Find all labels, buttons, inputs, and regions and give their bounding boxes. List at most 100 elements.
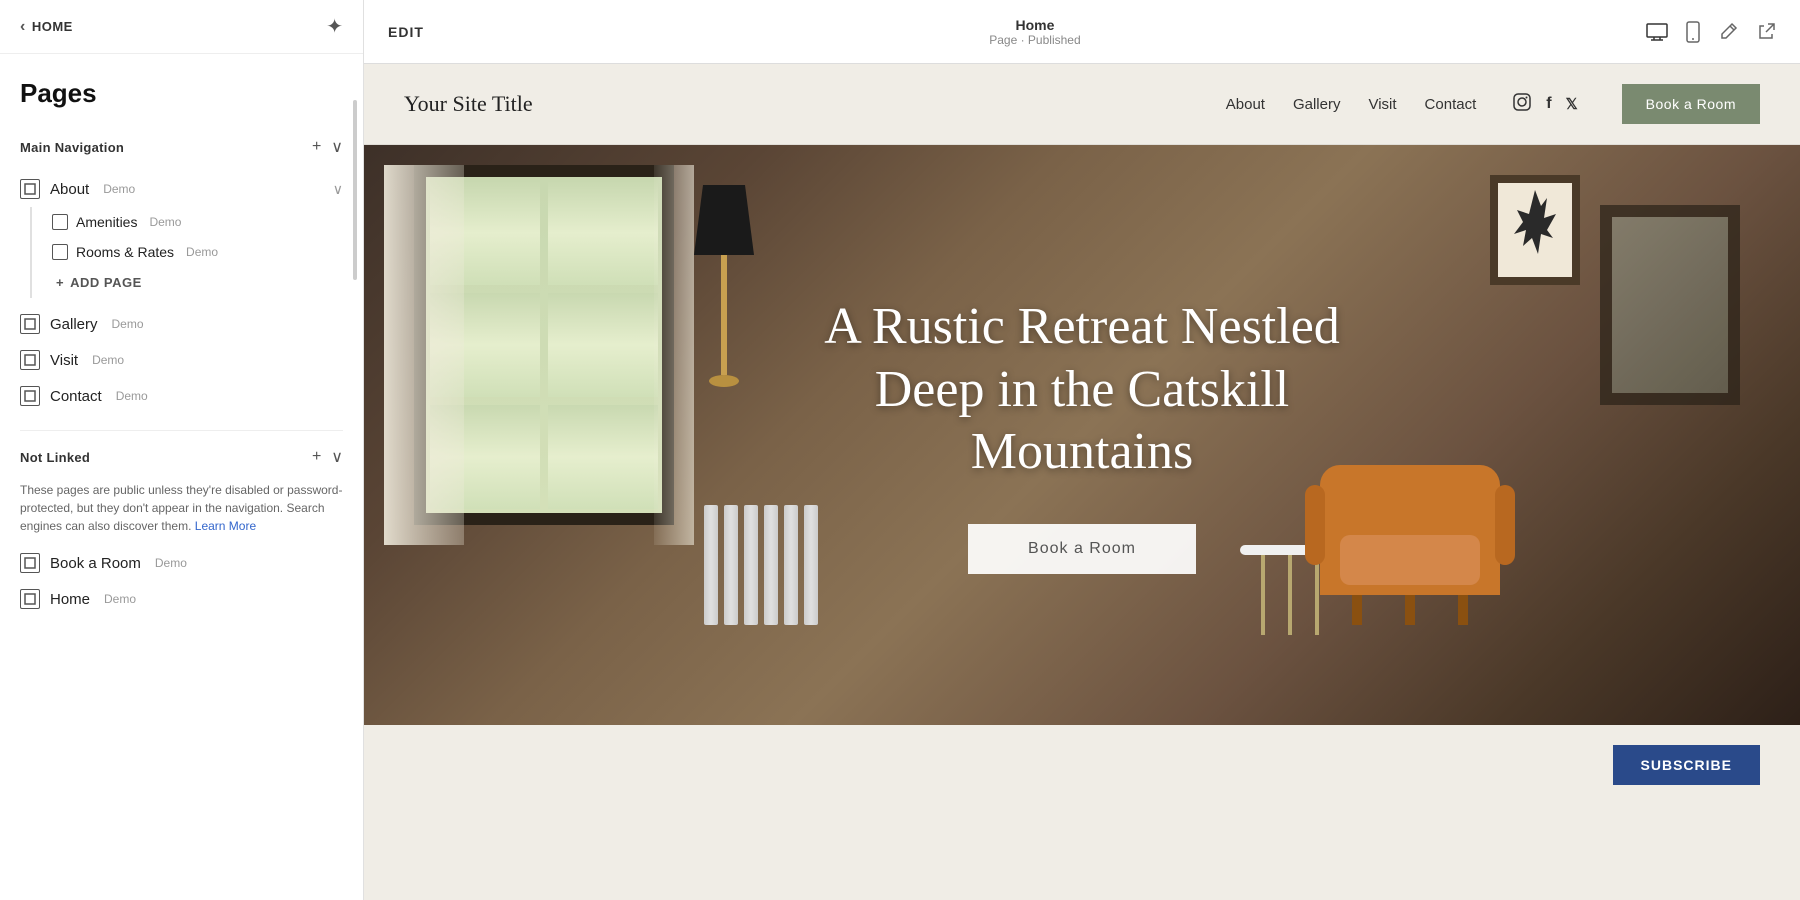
page-icon-rooms-rates [52, 244, 68, 260]
page-name-about: About [50, 181, 89, 198]
page-name-amenities: Amenities [76, 214, 137, 230]
page-item-contact[interactable]: Contact Demo [20, 378, 343, 414]
page-icon-visit [20, 350, 40, 370]
sidebar-content: Pages Main Navigation + ∨ About Demo ∨ A… [0, 54, 363, 900]
page-icon-gallery [20, 314, 40, 334]
not-linked-actions: + ∨ [312, 447, 343, 467]
page-item-about[interactable]: About Demo ∨ [20, 171, 343, 207]
page-name-gallery: Gallery [50, 316, 98, 333]
lamp-stem [721, 255, 727, 375]
facebook-icon[interactable]: f [1546, 95, 1551, 113]
subscribe-button[interactable]: SUBSCRIBE [1613, 745, 1760, 785]
footer-strip: SUBSCRIBE [364, 725, 1800, 805]
page-badge-gallery: Demo [112, 317, 144, 331]
scroll-indicator [353, 100, 357, 280]
mobile-view-icon[interactable] [1686, 21, 1700, 43]
not-linked-description: These pages are public unless they're di… [20, 481, 343, 535]
nav-about[interactable]: About [1226, 96, 1265, 113]
page-info-title: Home [444, 17, 1626, 33]
desktop-view-icon[interactable] [1646, 23, 1668, 41]
page-icon-home [20, 589, 40, 609]
divider [20, 430, 343, 431]
page-item-gallery[interactable]: Gallery Demo [20, 306, 343, 342]
page-badge-about: Demo [103, 182, 135, 196]
main-navigation-label: Main Navigation [20, 140, 124, 155]
hero-section: A Rustic Retreat Nestled Deep in the Cat… [364, 145, 1800, 725]
preview-area: EDIT Home Page · Published Your Site Tit… [364, 0, 1800, 900]
collapse-nav-icon[interactable]: ∨ [331, 137, 343, 157]
mirror [1600, 205, 1740, 405]
window-pane-2 [548, 181, 658, 285]
external-link-icon[interactable] [1756, 22, 1776, 42]
page-icon-contact [20, 386, 40, 406]
page-item-home[interactable]: Home Demo [20, 581, 343, 617]
page-badge-home: Demo [104, 592, 136, 606]
chair-leg-2 [1405, 595, 1415, 625]
add-icon: + [56, 275, 64, 290]
not-linked-header: Not Linked + ∨ [20, 447, 343, 467]
nav-visit[interactable]: Visit [1368, 96, 1396, 113]
page-item-rooms-rates[interactable]: Rooms & Rates Demo [52, 237, 343, 267]
collapse-not-linked-icon[interactable]: ∨ [331, 447, 343, 467]
page-info: Home Page · Published [444, 17, 1626, 47]
book-a-room-button[interactable]: Book a Room [1622, 84, 1760, 124]
nav-contact[interactable]: Contact [1425, 96, 1477, 113]
page-badge-contact: Demo [116, 389, 148, 403]
page-icon-book-a-room [20, 553, 40, 573]
picture-art [1505, 190, 1565, 270]
back-button[interactable]: ‹ HOME [20, 18, 73, 36]
page-badge-book-a-room: Demo [155, 556, 187, 570]
page-name-home: Home [50, 591, 90, 608]
chair-arm-right [1495, 485, 1515, 565]
section-actions: + ∨ [312, 137, 343, 157]
hero-lamp [694, 185, 754, 387]
main-navigation-header: Main Navigation + ∨ [20, 137, 343, 157]
edit-pen-icon[interactable] [1718, 22, 1738, 42]
page-name-rooms-rates: Rooms & Rates [76, 244, 174, 260]
site-logo[interactable]: Your Site Title [404, 91, 533, 117]
picture-frame [1490, 175, 1580, 285]
hero-cta-button[interactable]: Book a Room [968, 524, 1196, 574]
add-not-linked-icon[interactable]: + [312, 448, 321, 466]
page-item-book-a-room[interactable]: Book a Room Demo [20, 545, 343, 581]
hero-heading: A Rustic Retreat Nestled Deep in the Cat… [782, 296, 1382, 483]
nav-gallery[interactable]: Gallery [1293, 96, 1341, 113]
chair-leg-1 [1352, 595, 1362, 625]
radiator-fin-4 [764, 505, 778, 625]
instagram-icon[interactable] [1512, 92, 1532, 117]
edit-label: EDIT [388, 24, 424, 40]
back-label: HOME [32, 19, 73, 34]
radiator-fin-2 [724, 505, 738, 625]
add-sub-page-button[interactable]: + ADD PAGE [52, 267, 343, 298]
page-name-contact: Contact [50, 388, 102, 405]
back-arrow-icon: ‹ [20, 18, 26, 36]
sidebar-top-bar: ‹ HOME ✦ [0, 0, 363, 54]
hero-curtains-left [384, 165, 464, 545]
sparkle-icon[interactable]: ✦ [326, 14, 343, 39]
pages-title: Pages [20, 78, 343, 109]
page-item-visit[interactable]: Visit Demo [20, 342, 343, 378]
not-linked-section: Not Linked + ∨ These pages are public un… [20, 447, 343, 617]
page-chevron-about[interactable]: ∨ [333, 181, 343, 198]
top-bar: EDIT Home Page · Published [364, 0, 1800, 64]
sidebar: ‹ HOME ✦ Pages Main Navigation + ∨ About… [0, 0, 364, 900]
site-header: Your Site Title About Gallery Visit Cont… [364, 64, 1800, 145]
page-name-book-a-room: Book a Room [50, 555, 141, 572]
radiator-fin-3 [744, 505, 758, 625]
chair-legs [1300, 595, 1520, 625]
site-nav: About Gallery Visit Contact f 𝕏 Book a R… [1226, 84, 1760, 124]
hero-text: A Rustic Retreat Nestled Deep in the Cat… [782, 296, 1382, 573]
page-item-amenities[interactable]: Amenities Demo [52, 207, 343, 237]
top-bar-icons [1646, 21, 1776, 43]
lamp-shade [694, 185, 754, 255]
page-badge-rooms-rates: Demo [186, 245, 218, 259]
sub-pages-about: Amenities Demo Rooms & Rates Demo + ADD … [30, 207, 343, 298]
hero-curtains-right [654, 165, 694, 545]
add-nav-icon[interactable]: + [312, 138, 321, 156]
learn-more-link[interactable]: Learn More [195, 519, 256, 533]
radiator-fin-1 [704, 505, 718, 625]
lamp-base [709, 375, 739, 387]
twitter-icon[interactable]: 𝕏 [1566, 95, 1578, 113]
site-nav-icons: f 𝕏 [1512, 92, 1577, 117]
add-page-label: ADD PAGE [70, 275, 142, 290]
